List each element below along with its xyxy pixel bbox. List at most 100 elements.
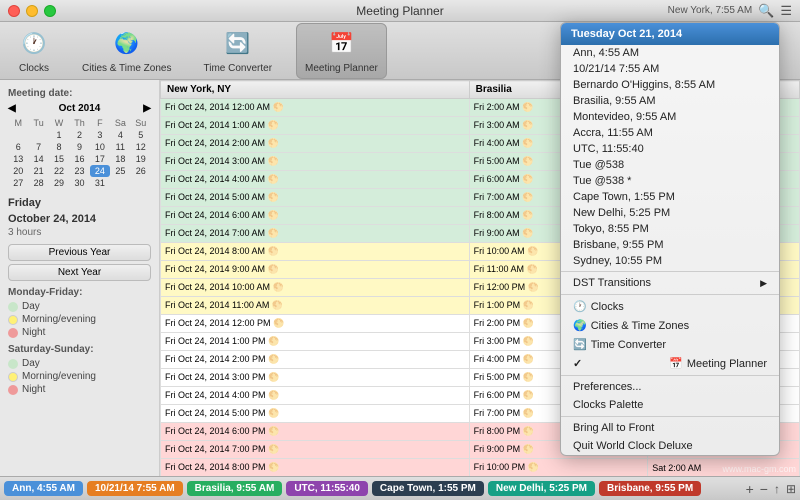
toolbar-clocks[interactable]: 🕐 Clocks: [10, 24, 58, 78]
dropdown-quit[interactable]: Quit World Clock Deluxe: [561, 437, 779, 455]
dropdown-clocks[interactable]: 🕐 Clocks: [561, 297, 779, 316]
cal-cell[interactable]: 9: [69, 141, 89, 153]
ny-cell[interactable]: Fri Oct 24, 2014 12:00 PM 🌕: [161, 315, 470, 333]
ny-cell[interactable]: Fri Oct 24, 2014 7:00 PM 🌕: [161, 441, 470, 459]
cal-cell[interactable]: 28: [28, 177, 48, 189]
cal-cell[interactable]: 26: [131, 165, 151, 177]
cal-cell[interactable]: 18: [110, 153, 130, 165]
ny-cell[interactable]: Fri Oct 24, 2014 8:00 AM 🌕: [161, 243, 470, 261]
city-badge-brisbane[interactable]: Brisbane, 9:55 PM: [599, 481, 701, 496]
dropdown-city-sydney[interactable]: Sydney, 10:55 PM: [561, 253, 779, 269]
br-cell[interactable]: Fri 10:00 PM 🌕: [469, 459, 648, 477]
menu-icon[interactable]: ☰: [780, 3, 792, 19]
toolbar-planner[interactable]: 📅 Meeting Planner: [296, 23, 387, 79]
dropdown-dst[interactable]: DST Transitions: [561, 274, 779, 292]
cal-cell[interactable]: 23: [69, 165, 89, 177]
next-year-btn[interactable]: Next Year: [8, 264, 151, 281]
city-badge-capetown[interactable]: Cape Town, 1:55 PM: [372, 481, 484, 496]
city-badge-newdelhi[interactable]: New Delhi, 5:25 PM: [488, 481, 595, 496]
cal-cell[interactable]: 5: [131, 129, 151, 141]
prev-year-btn[interactable]: Previous Year: [8, 244, 151, 261]
cal-cell[interactable]: 11: [110, 141, 130, 153]
toolbar-cities[interactable]: 🌍 Cities & Time Zones: [74, 24, 179, 78]
close-button[interactable]: [8, 5, 20, 17]
cal-cell[interactable]: 14: [28, 153, 48, 165]
ny-cell[interactable]: Fri Oct 24, 2014 5:00 PM 🌕: [161, 405, 470, 423]
dropdown-city-brasilia[interactable]: Brasilia, 9:55 AM: [561, 93, 779, 109]
share-icon[interactable]: ↑: [774, 482, 780, 496]
cal-cell[interactable]: 15: [49, 153, 69, 165]
next-month-btn[interactable]: ▶: [143, 103, 151, 114]
cal-cell[interactable]: 21: [28, 165, 48, 177]
cal-cell[interactable]: [28, 129, 48, 141]
dropdown-cities[interactable]: 🌍 Cities & Time Zones: [561, 316, 779, 335]
city-badge-ny[interactable]: 10/21/14 7:55 AM: [87, 481, 183, 496]
search-icon[interactable]: 🔍: [758, 3, 774, 19]
ny-cell[interactable]: Fri Oct 24, 2014 5:00 AM 🌕: [161, 189, 470, 207]
ny-cell[interactable]: Fri Oct 24, 2014 3:00 PM 🌕: [161, 369, 470, 387]
cal-cell[interactable]: 19: [131, 153, 151, 165]
dropdown-converter[interactable]: 🔄 Time Converter: [561, 335, 779, 354]
prev-month-btn[interactable]: ◀: [8, 103, 16, 114]
cal-cell[interactable]: 25: [110, 165, 130, 177]
dropdown-city-capetown[interactable]: Cape Town, 1:55 PM: [561, 189, 779, 205]
dropdown-city-newdelhi[interactable]: New Delhi, 5:25 PM: [561, 205, 779, 221]
dropdown-city-tue538[interactable]: Tue @538: [561, 157, 779, 173]
ny-cell[interactable]: Fri Oct 24, 2014 6:00 AM 🌕: [161, 207, 470, 225]
cal-cell[interactable]: 27: [8, 177, 28, 189]
ny-cell[interactable]: Fri Oct 24, 2014 3:00 AM 🌕: [161, 153, 470, 171]
dropdown-city-brisbane[interactable]: Brisbane, 9:55 PM: [561, 237, 779, 253]
cal-cell[interactable]: 31: [90, 177, 110, 189]
ny-cell[interactable]: Fri Oct 24, 2014 4:00 AM 🌕: [161, 171, 470, 189]
ny-cell[interactable]: Fri Oct 24, 2014 6:00 PM 🌕: [161, 423, 470, 441]
city-badge-utc[interactable]: UTC, 11:55:40: [286, 481, 368, 496]
dropdown-city-tokyo[interactable]: Tokyo, 8:55 PM: [561, 221, 779, 237]
grid-icon[interactable]: ⊞: [786, 482, 796, 496]
dropdown-city-utc[interactable]: UTC, 11:55:40: [561, 141, 779, 157]
ny-cell[interactable]: Fri Oct 24, 2014 2:00 PM 🌕: [161, 351, 470, 369]
toolbar-converter[interactable]: 🔄 Time Converter: [195, 24, 280, 78]
dropdown-bring-front[interactable]: Bring All to Front: [561, 419, 779, 437]
ny-cell[interactable]: Fri Oct 24, 2014 12:00 AM 🌕: [161, 99, 470, 117]
ny-cell[interactable]: Fri Oct 24, 2014 9:00 AM 🌕: [161, 261, 470, 279]
ny-cell[interactable]: Fri Oct 24, 2014 1:00 PM 🌕: [161, 333, 470, 351]
cal-cell[interactable]: [8, 129, 28, 141]
cal-cell[interactable]: 8: [49, 141, 69, 153]
dropdown-city-ny[interactable]: 10/21/14 7:55 AM: [561, 61, 779, 77]
cal-cell[interactable]: [110, 177, 130, 189]
cal-cell[interactable]: 17: [90, 153, 110, 165]
cal-cell[interactable]: 16: [69, 153, 89, 165]
cal-cell[interactable]: [131, 177, 151, 189]
cal-cell[interactable]: 22: [49, 165, 69, 177]
cal-cell[interactable]: 3: [90, 129, 110, 141]
dropdown-city-tue538star[interactable]: Tue @538 *: [561, 173, 779, 189]
ny-cell[interactable]: Fri Oct 24, 2014 2:00 AM 🌕: [161, 135, 470, 153]
add-icon[interactable]: +: [746, 481, 754, 497]
cal-cell[interactable]: 6: [8, 141, 28, 153]
dropdown-city-accra[interactable]: Accra, 11:55 AM: [561, 125, 779, 141]
ny-cell[interactable]: Fri Oct 24, 2014 7:00 AM 🌕: [161, 225, 470, 243]
ny-cell[interactable]: Fri Oct 24, 2014 1:00 AM 🌕: [161, 117, 470, 135]
cal-cell[interactable]: 20: [8, 165, 28, 177]
dropdown-preferences[interactable]: Preferences...: [561, 378, 779, 396]
remove-icon[interactable]: −: [760, 481, 768, 497]
dropdown-clocks-palette[interactable]: Clocks Palette: [561, 396, 779, 414]
cal-cell-today[interactable]: 24: [90, 165, 110, 177]
dropdown-menu[interactable]: Tuesday Oct 21, 2014 Ann, 4:55 AM 10/21/…: [560, 22, 780, 456]
maximize-button[interactable]: [44, 5, 56, 17]
cal-cell[interactable]: 4: [110, 129, 130, 141]
cal-cell[interactable]: 30: [69, 177, 89, 189]
cal-cell[interactable]: 2: [69, 129, 89, 141]
dropdown-city-ann[interactable]: Ann, 4:55 AM: [561, 45, 779, 61]
ny-cell[interactable]: Fri Oct 24, 2014 4:00 PM 🌕: [161, 387, 470, 405]
ny-cell[interactable]: Fri Oct 24, 2014 11:00 AM 🌕: [161, 297, 470, 315]
dropdown-city-bernardo[interactable]: Bernardo O'Higgins, 8:55 AM: [561, 77, 779, 93]
ny-cell[interactable]: Fri Oct 24, 2014 10:00 AM 🌕: [161, 279, 470, 297]
cal-cell[interactable]: 10: [90, 141, 110, 153]
cal-cell[interactable]: 29: [49, 177, 69, 189]
city-badge-brasilia[interactable]: Brasilia, 9:55 AM: [187, 481, 283, 496]
cal-cell[interactable]: 12: [131, 141, 151, 153]
cal-cell[interactable]: 13: [8, 153, 28, 165]
dropdown-city-montevideo[interactable]: Montevideo, 9:55 AM: [561, 109, 779, 125]
city-badge-ann[interactable]: Ann, 4:55 AM: [4, 481, 83, 496]
